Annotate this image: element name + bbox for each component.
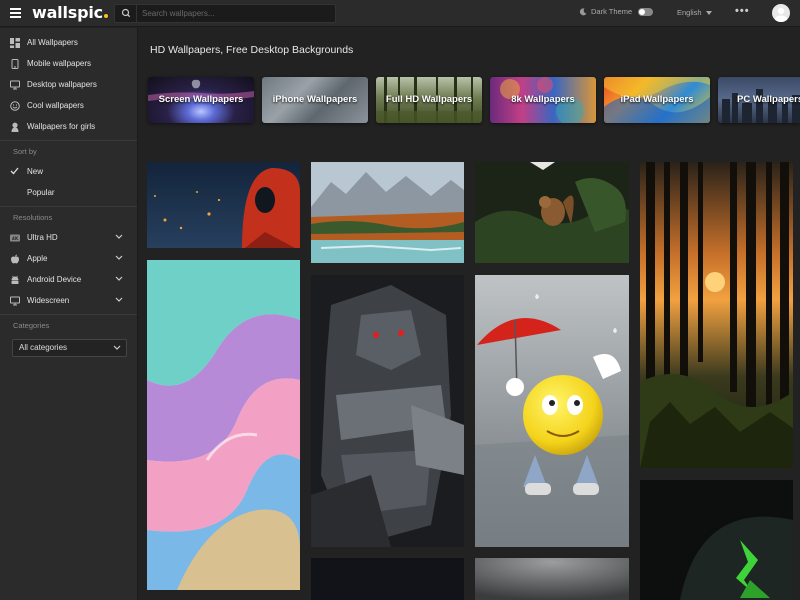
- resolution-label: Android Device: [27, 275, 82, 284]
- sidebar-item-wallpapers-for-girls[interactable]: Wallpapers for girls: [0, 116, 137, 137]
- menu-icon[interactable]: [10, 8, 21, 18]
- search-button[interactable]: [115, 5, 137, 22]
- widescreen-icon: [10, 296, 20, 306]
- sort-option-new[interactable]: New: [0, 161, 137, 182]
- category-label: 8k Wallpapers: [511, 94, 575, 105]
- wallpaper-tile-dark[interactable]: [311, 558, 464, 600]
- sidebar: All Wallpapers Mobile wallpapers Desktop…: [0, 28, 138, 600]
- logo[interactable]: wallspic: [32, 3, 108, 22]
- wallpaper-tile-robot[interactable]: [311, 275, 464, 547]
- check-icon: [10, 167, 20, 177]
- user-icon: [775, 7, 787, 22]
- more-options-icon[interactable]: •••: [735, 5, 750, 17]
- category-pc-wallpapers[interactable]: PC Wallpapers: [718, 77, 800, 123]
- sidebar-item-desktop-wallpapers[interactable]: Desktop wallpapers: [0, 74, 137, 95]
- wallpaper-tile-abstract-wave[interactable]: [147, 260, 300, 590]
- category-label: iPad Wallpapers: [620, 94, 694, 105]
- wallpaper-image: [311, 275, 464, 547]
- resolution-android-device[interactable]: Android Device: [0, 269, 137, 290]
- chevron-down-icon: [705, 10, 712, 15]
- category-label: Screen Wallpapers: [158, 94, 244, 105]
- category-iphone-wallpapers[interactable]: iPhone Wallpapers: [262, 77, 368, 123]
- apple-icon: [10, 254, 20, 264]
- grid-icon: [10, 37, 20, 48]
- theme-label: Dark Theme: [591, 7, 633, 16]
- uhd-icon: 4K: [10, 233, 20, 243]
- wallpaper-tile-spider-man[interactable]: [147, 162, 300, 248]
- svg-text:4K: 4K: [12, 236, 19, 242]
- category-full-hd-wallpapers[interactable]: Full HD Wallpapers: [376, 77, 482, 123]
- wallpaper-tile-green-abstract[interactable]: [640, 480, 793, 600]
- categories-select[interactable]: All categories: [12, 339, 127, 357]
- wallpaper-image: [475, 162, 629, 263]
- wallpaper-image: [640, 480, 793, 600]
- logo-text: wallspic: [32, 3, 103, 22]
- resolution-label: Ultra HD: [27, 233, 58, 242]
- wallpaper-image: [475, 275, 629, 547]
- wallpaper-image: [311, 558, 464, 600]
- categories-select-value: All categories: [19, 343, 68, 352]
- resolution-label: Apple: [27, 254, 48, 263]
- resolution-label: Widescreen: [27, 296, 70, 305]
- moon-icon: [579, 7, 587, 15]
- sidebar-item-label: All Wallpapers: [27, 38, 78, 47]
- wallpaper-tile-mountain-lake[interactable]: [311, 162, 464, 263]
- top-header: wallspic Dark Theme English •••: [0, 0, 800, 27]
- wallpaper-image: [147, 260, 300, 590]
- search-input[interactable]: [142, 6, 332, 21]
- sort-option-popular[interactable]: Popular: [0, 182, 137, 203]
- logo-dot: [103, 14, 108, 18]
- categories-heading: Categories: [13, 321, 50, 330]
- search-bar: [114, 4, 336, 23]
- resolution-apple[interactable]: Apple: [0, 248, 137, 269]
- category-label: iPhone Wallpapers: [272, 94, 358, 105]
- resolutions-heading: Resolutions: [13, 213, 53, 222]
- chevron-down-icon: [115, 255, 123, 260]
- resolution-widescreen[interactable]: Widescreen: [0, 290, 137, 311]
- language-label: English: [677, 8, 702, 17]
- search-icon: [121, 8, 131, 18]
- category-8k-wallpapers[interactable]: 8k Wallpapers: [490, 77, 596, 123]
- theme-toggle[interactable]: [638, 7, 654, 16]
- wallpaper-image: [640, 162, 793, 468]
- language-selector[interactable]: English: [677, 8, 712, 17]
- wallpaper-tile-forest-sunset[interactable]: [640, 162, 793, 468]
- divider: [0, 206, 137, 207]
- sort-option-label: New: [27, 167, 44, 176]
- wallpaper-tile-gray[interactable]: [475, 558, 629, 600]
- smile-icon: [10, 100, 20, 111]
- chevron-down-icon: [115, 234, 123, 239]
- sidebar-item-mobile-wallpapers[interactable]: Mobile wallpapers: [0, 53, 137, 74]
- category-label: Full HD Wallpapers: [385, 94, 473, 105]
- divider: [0, 140, 137, 141]
- sidebar-item-cool-wallpapers[interactable]: Cool wallpapers: [0, 95, 137, 116]
- sort-option-label: Popular: [27, 188, 55, 197]
- wallpaper-image: [311, 162, 464, 263]
- monitor-icon: [10, 80, 20, 90]
- wallpaper-tile-emoji-umbrella[interactable]: [475, 275, 629, 547]
- girl-icon: [10, 122, 20, 132]
- wallpaper-image: [475, 558, 629, 600]
- chevron-down-icon: [115, 276, 123, 281]
- wallpaper-image: [147, 162, 300, 248]
- sidebar-item-all-wallpapers[interactable]: All Wallpapers: [0, 32, 137, 53]
- sidebar-item-label: Cool wallpapers: [27, 101, 84, 110]
- theme-switch[interactable]: Dark Theme: [579, 7, 654, 16]
- android-icon: [10, 275, 20, 285]
- sidebar-item-label: Desktop wallpapers: [27, 80, 97, 89]
- chevron-down-icon: [113, 345, 121, 350]
- wallpaper-tile-squirrel[interactable]: [475, 162, 629, 263]
- chevron-down-icon: [115, 297, 123, 302]
- sidebar-item-label: Mobile wallpapers: [27, 59, 92, 68]
- category-screen-wallpapers[interactable]: Screen Wallpapers: [148, 77, 254, 123]
- divider: [0, 314, 137, 315]
- resolution-ultra-hd[interactable]: 4K Ultra HD: [0, 227, 137, 248]
- avatar[interactable]: [772, 4, 790, 22]
- category-label: PC Wallpapers: [737, 94, 800, 105]
- sidebar-item-label: Wallpapers for girls: [27, 122, 96, 131]
- phone-icon: [10, 58, 20, 69]
- sort-heading: Sort by: [13, 147, 37, 156]
- page-title: HD Wallpapers, Free Desktop Backgrounds: [150, 44, 354, 56]
- category-ipad-wallpapers[interactable]: iPad Wallpapers: [604, 77, 710, 123]
